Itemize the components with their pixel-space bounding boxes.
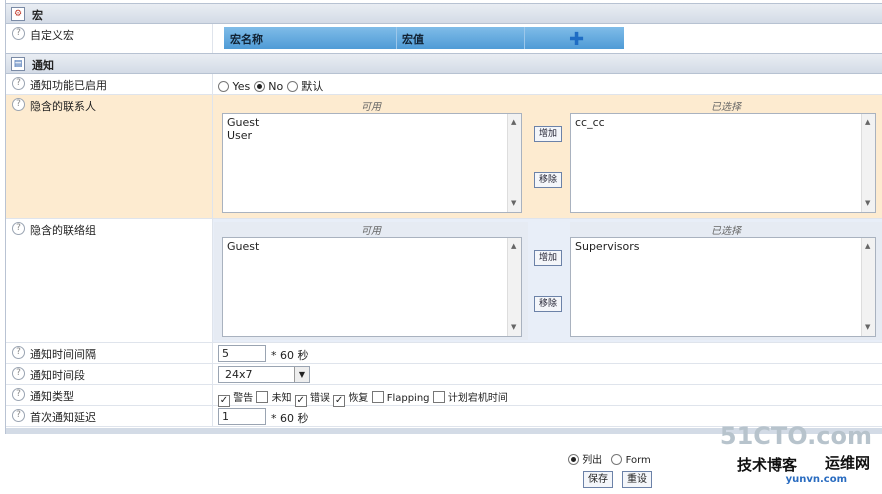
notify-enabled-no-radio[interactable] [253, 81, 265, 92]
first-delay-unit: * 60 秒 [271, 412, 309, 425]
groups-selected-caption: 已选择 [711, 226, 741, 237]
chevron-down-icon[interactable]: ▼ [294, 367, 309, 382]
groups-available-list[interactable]: Guest [222, 237, 522, 337]
macro-table-header: 宏名称 宏值 ✚ [224, 27, 624, 49]
view-list-radio[interactable] [568, 454, 579, 465]
help-icon[interactable]: ? [12, 98, 25, 111]
scrollbar[interactable] [861, 114, 875, 212]
macro-name-column: 宏名称 [230, 33, 263, 46]
help-icon[interactable]: ? [12, 346, 25, 359]
scrollbar[interactable] [861, 238, 875, 336]
macro-value-column: 宏值 [402, 33, 424, 46]
watermark-url: yunvn.com [785, 474, 847, 485]
list-item[interactable]: User [227, 129, 517, 142]
contacts-row: ? 隐含的联系人 可用 Guest User 增加 移除 已选择 cc_cc [6, 95, 882, 219]
interval-label: 通知时间间隔 [30, 348, 96, 361]
notify-icon: ▤ [11, 57, 25, 71]
groups-available-caption: 可用 [361, 226, 381, 237]
first-delay-input[interactable]: 1 [218, 408, 266, 425]
list-item[interactable]: Guest [227, 116, 517, 129]
list-item[interactable]: cc_cc [575, 116, 871, 129]
gear-icon: ⚙ [11, 7, 25, 21]
list-option-label: 列出 [582, 455, 603, 466]
contacts-available-list[interactable]: Guest User [222, 113, 522, 213]
list-item[interactable]: Supervisors [575, 240, 871, 253]
remove-group-button[interactable]: 移除 [534, 296, 562, 312]
types-label: 通知类型 [30, 390, 74, 403]
first-delay-label: 首次通知延迟 [30, 411, 96, 424]
notify-enabled-label: 通知功能已启用 [30, 79, 107, 92]
contacts-available-caption: 可用 [361, 102, 381, 113]
notify-section-header: ▤ 通知 [6, 53, 882, 74]
form-footer: 列出 Form 保存 重设 51CTO.com 技术博客 运维网 yunvn.c… [0, 422, 882, 494]
notify-types-row: ? 通知类型 ✓ 警告 未知 ✓ 错误 ✓ 恢复 Flapping 计划宕机时间 [6, 385, 882, 407]
form-option-label: Form [625, 455, 651, 466]
watermark-logo: 51CTO.com [719, 422, 872, 450]
help-icon[interactable]: ? [12, 409, 25, 422]
macro-section-header: ⚙ 宏 [6, 3, 882, 24]
type-option-label: 未知 [271, 393, 292, 404]
add-contact-button[interactable]: 增加 [534, 126, 562, 142]
scrollbar[interactable] [507, 114, 521, 212]
period-selected-value: 24x7 [225, 368, 253, 381]
period-label: 通知时间段 [30, 369, 85, 382]
macro-section-title: 宏 [32, 9, 43, 22]
notify-interval-input[interactable]: 5 [218, 345, 266, 362]
contact-groups-row: ? 隐含的联络组 可用 Guest 增加 移除 已选择 Supervisors [6, 219, 882, 343]
list-item[interactable]: Guest [227, 240, 517, 253]
custom-macro-row: ? 自定义宏 宏名称 宏值 ✚ [6, 24, 882, 54]
type-option-label: 警告 [233, 393, 254, 404]
type-flapping-checkbox[interactable] [371, 391, 384, 403]
notify-interval-row: ? 通知时间间隔 5 * 60 秒 [6, 343, 882, 364]
no-label: No [268, 80, 284, 93]
notify-section-title: 通知 [32, 59, 54, 72]
reset-button[interactable]: 重设 [622, 471, 652, 488]
view-form-radio[interactable] [611, 454, 623, 465]
contacts-selected-caption: 已选择 [711, 102, 741, 113]
type-option-label: 错误 [309, 393, 330, 404]
notify-period-row: ? 通知时间段 24x7 ▼ [6, 364, 882, 385]
type-downtime-checkbox[interactable] [432, 391, 445, 403]
help-icon[interactable]: ? [12, 77, 25, 90]
type-option-label: 计划宕机时间 [447, 393, 508, 404]
scrollbar[interactable] [507, 238, 521, 336]
custom-macro-label: 自定义宏 [30, 29, 74, 42]
help-icon[interactable]: ? [12, 367, 25, 380]
save-button[interactable]: 保存 [583, 471, 613, 488]
add-macro-plus-icon[interactable]: ✚ [569, 31, 584, 49]
notify-enabled-row: ? 通知功能已启用 Yes No 默认 [6, 74, 882, 95]
contacts-label: 隐含的联系人 [30, 100, 96, 113]
contact-groups-label: 隐含的联络组 [30, 224, 96, 237]
watermark-blog: 技术博客 [736, 456, 797, 474]
notify-enabled-yes-radio[interactable] [218, 81, 229, 92]
contacts-selected-list[interactable]: cc_cc [570, 113, 876, 213]
help-icon[interactable]: ? [12, 222, 25, 235]
help-icon[interactable]: ? [12, 388, 25, 401]
yes-label: Yes [232, 80, 251, 93]
remove-contact-button[interactable]: 移除 [534, 172, 562, 188]
settings-panel: ⚙ 宏 ? 自定义宏 宏名称 宏值 ✚ ▤ 通知 ? 通知功能已启用 Yes No … [5, 0, 882, 434]
type-option-label: 恢复 [348, 393, 369, 404]
watermark-site: 运维网 [824, 454, 870, 472]
notify-period-select[interactable]: 24x7 ▼ [218, 366, 310, 383]
default-label: 默认 [301, 80, 324, 93]
add-group-button[interactable]: 增加 [534, 250, 562, 266]
groups-selected-list[interactable]: Supervisors [570, 237, 876, 337]
interval-unit: * 60 秒 [271, 349, 309, 362]
help-icon[interactable]: ? [12, 27, 25, 40]
notify-enabled-default-radio[interactable] [286, 81, 298, 92]
type-unknown-checkbox[interactable] [256, 391, 269, 403]
type-option-label: Flapping [386, 393, 430, 404]
